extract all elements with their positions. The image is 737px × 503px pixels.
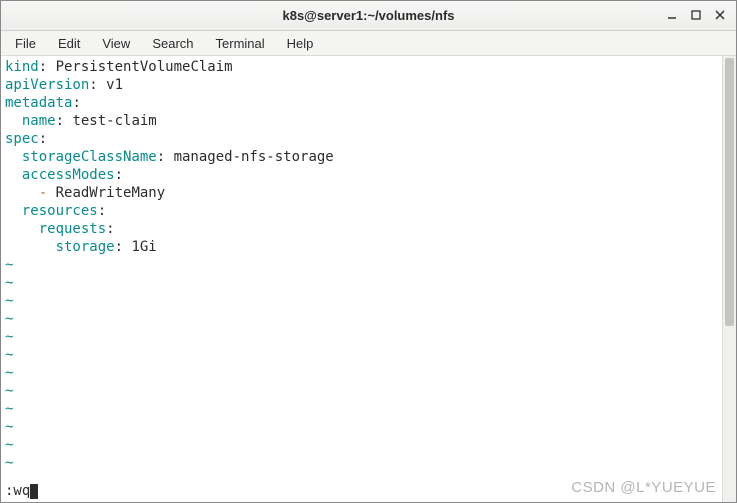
minimize-button[interactable] bbox=[662, 5, 682, 25]
yaml-line: - ReadWriteMany bbox=[5, 184, 732, 202]
yaml-line: accessModes: bbox=[5, 166, 732, 184]
close-button[interactable] bbox=[710, 5, 730, 25]
vim-empty-line: ~ bbox=[5, 364, 732, 382]
vim-empty-line: ~ bbox=[5, 328, 732, 346]
menu-terminal[interactable]: Terminal bbox=[206, 33, 275, 54]
yaml-line: spec: bbox=[5, 130, 732, 148]
menu-search[interactable]: Search bbox=[142, 33, 203, 54]
cursor-block bbox=[30, 484, 38, 499]
vim-empty-line: ~ bbox=[5, 292, 732, 310]
yaml-line: requests: bbox=[5, 220, 732, 238]
window-controls bbox=[662, 5, 730, 25]
vim-empty-line: ~ bbox=[5, 310, 732, 328]
vim-empty-line: ~ bbox=[5, 454, 732, 472]
menu-view[interactable]: View bbox=[92, 33, 140, 54]
vim-empty-line: ~ bbox=[5, 418, 732, 436]
vim-empty-line: ~ bbox=[5, 256, 732, 274]
window-titlebar: k8s@server1:~/volumes/nfs bbox=[1, 1, 736, 31]
yaml-line: storage: 1Gi bbox=[5, 238, 732, 256]
vim-empty-line: ~ bbox=[5, 436, 732, 454]
yaml-line: kind: PersistentVolumeClaim bbox=[5, 58, 732, 76]
yaml-line: name: test-claim bbox=[5, 112, 732, 130]
menubar: File Edit View Search Terminal Help bbox=[1, 31, 736, 56]
vim-empty-line: ~ bbox=[5, 346, 732, 364]
yaml-line: resources: bbox=[5, 202, 732, 220]
scrollbar-track[interactable] bbox=[722, 56, 736, 502]
maximize-button[interactable] bbox=[686, 5, 706, 25]
yaml-line: apiVersion: v1 bbox=[5, 76, 732, 94]
menu-help[interactable]: Help bbox=[277, 33, 324, 54]
vim-empty-line: ~ bbox=[5, 400, 732, 418]
menu-file[interactable]: File bbox=[5, 33, 46, 54]
menu-edit[interactable]: Edit bbox=[48, 33, 90, 54]
vim-empty-line: ~ bbox=[5, 274, 732, 292]
vim-command-text: :wq bbox=[5, 482, 30, 500]
window-title: k8s@server1:~/volumes/nfs bbox=[282, 8, 454, 23]
vim-command-line[interactable]: :wq bbox=[5, 482, 732, 500]
terminal-content[interactable]: kind: PersistentVolumeClaim apiVersion: … bbox=[1, 56, 736, 502]
yaml-line: storageClassName: managed-nfs-storage bbox=[5, 148, 732, 166]
yaml-line: metadata: bbox=[5, 94, 732, 112]
scrollbar-thumb[interactable] bbox=[725, 58, 734, 326]
vim-empty-line: ~ bbox=[5, 382, 732, 400]
